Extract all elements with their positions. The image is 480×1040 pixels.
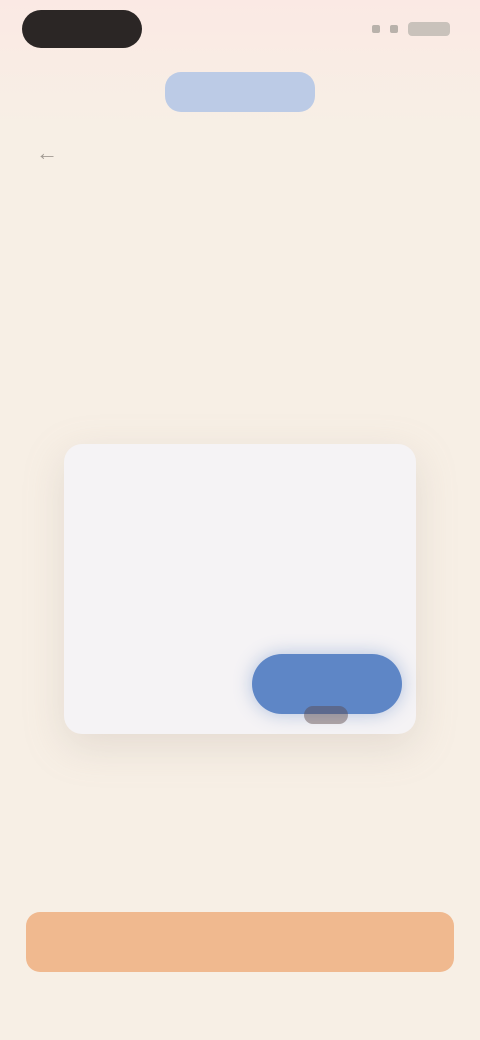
header <box>0 72 480 112</box>
dialog-primary-button[interactable] <box>252 654 402 714</box>
back-button[interactable]: ← <box>36 140 82 166</box>
dialog-secondary-button[interactable] <box>88 672 218 706</box>
status-bar <box>0 0 480 64</box>
permission-dialog <box>64 444 416 734</box>
onboarding-screen: ← <box>0 0 480 1040</box>
dynamic-island <box>22 10 142 48</box>
wifi-icon <box>390 25 398 33</box>
continue-button[interactable] <box>26 912 454 972</box>
battery-icon <box>408 22 450 36</box>
app-logo <box>165 72 315 112</box>
signal-icon <box>372 25 380 33</box>
arrow-left-icon: ← <box>36 140 58 165</box>
status-icons <box>372 22 450 36</box>
tap-indicator <box>304 706 348 724</box>
